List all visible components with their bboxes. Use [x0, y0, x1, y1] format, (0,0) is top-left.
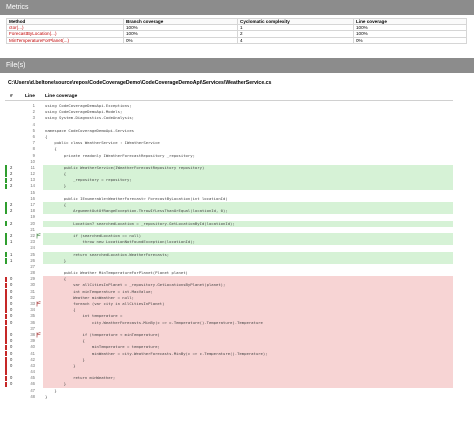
coverage-marker — [5, 134, 7, 140]
files-header-title: File(s) — [6, 62, 26, 69]
files-header: File(s) — [0, 58, 474, 73]
file-path: C:\Users\d.beltone\source\repos\CodeCove… — [8, 80, 272, 86]
metrics-header: Metrics — [0, 0, 474, 15]
coverage-marker — [5, 190, 7, 196]
coverage-marker — [5, 319, 7, 326]
coverage-marker — [5, 264, 7, 270]
coverage-marker — [5, 103, 7, 109]
coverage-marker — [5, 239, 7, 246]
coverage-marker — [5, 159, 7, 165]
column-header-line-coverage: Line coverage — [45, 94, 78, 99]
coverage-marker — [5, 233, 7, 239]
metrics-header-title: Metrics — [6, 4, 29, 11]
coverage-marker — [5, 227, 7, 233]
coverage-marker — [5, 128, 7, 134]
coverage-marker — [5, 363, 7, 369]
coverage-marker — [5, 153, 7, 159]
coverage-marker — [5, 183, 7, 190]
code-text: } — [45, 393, 48, 399]
coverage-marker — [5, 177, 7, 184]
coverage-marker — [5, 375, 7, 382]
coverage-marker — [5, 202, 7, 208]
coverage-marker — [5, 270, 7, 276]
code-table-header: # Line Line coverage — [5, 93, 453, 101]
coverage-marker — [5, 369, 7, 375]
coverage-marker — [5, 220, 7, 227]
coverage-marker — [5, 326, 7, 332]
method-link[interactable]: ctor(...) — [9, 26, 24, 30]
method-link[interactable]: MinTemperatureForPlanet(...) — [9, 38, 69, 42]
coverage-marker — [5, 301, 7, 307]
coverage-marker — [5, 282, 7, 289]
code-lines: 1 using CodeCoverageDemoApi.Exceptions; 2 u… — [5, 103, 453, 400]
coverage-marker — [5, 165, 7, 171]
line-number: 48 — [30, 393, 35, 399]
coverage-marker — [5, 356, 7, 363]
coverage-marker — [5, 147, 7, 153]
line-coverage-cell: 0% — [353, 36, 467, 44]
coverage-marker — [5, 381, 7, 388]
coverage-marker — [5, 116, 7, 122]
coverage-marker — [5, 295, 7, 301]
coverage-marker — [5, 338, 7, 345]
coverage-marker — [5, 122, 7, 128]
coverage-marker — [5, 251, 7, 258]
coverage-marker — [5, 215, 7, 221]
coverage-marker — [5, 350, 7, 357]
coverage-marker — [5, 344, 7, 351]
metrics-table: Method Branch coverage Cyclomatic comple… — [6, 17, 467, 44]
code-line: 48} — [5, 394, 453, 400]
coverage-marker — [5, 394, 7, 400]
coverage-marker — [5, 276, 7, 283]
branch-coverage-cell: 0% — [123, 36, 238, 44]
method-link[interactable]: ForecastByLocation(...) — [9, 32, 57, 36]
coverage-marker — [5, 307, 7, 314]
coverage-marker — [5, 246, 7, 252]
coverage-marker — [5, 109, 7, 115]
cyclomatic-complexity-cell: 4 — [237, 36, 354, 44]
coverage-marker — [5, 313, 7, 320]
table-row: MinTemperatureForPlanet(...) 0% 4 0% — [6, 36, 467, 44]
coverage-marker — [5, 140, 7, 146]
coverage-marker — [5, 257, 7, 264]
column-header-line: Line — [25, 94, 35, 99]
coverage-marker — [5, 288, 7, 295]
coverage-marker — [5, 196, 7, 202]
method-cell: MinTemperatureForPlanet(...) — [6, 36, 124, 44]
coverage-marker — [5, 208, 7, 215]
coverage-marker — [5, 171, 7, 177]
coverage-marker — [5, 388, 7, 394]
coverage-marker — [5, 332, 7, 338]
column-header-hits: # — [10, 94, 13, 99]
